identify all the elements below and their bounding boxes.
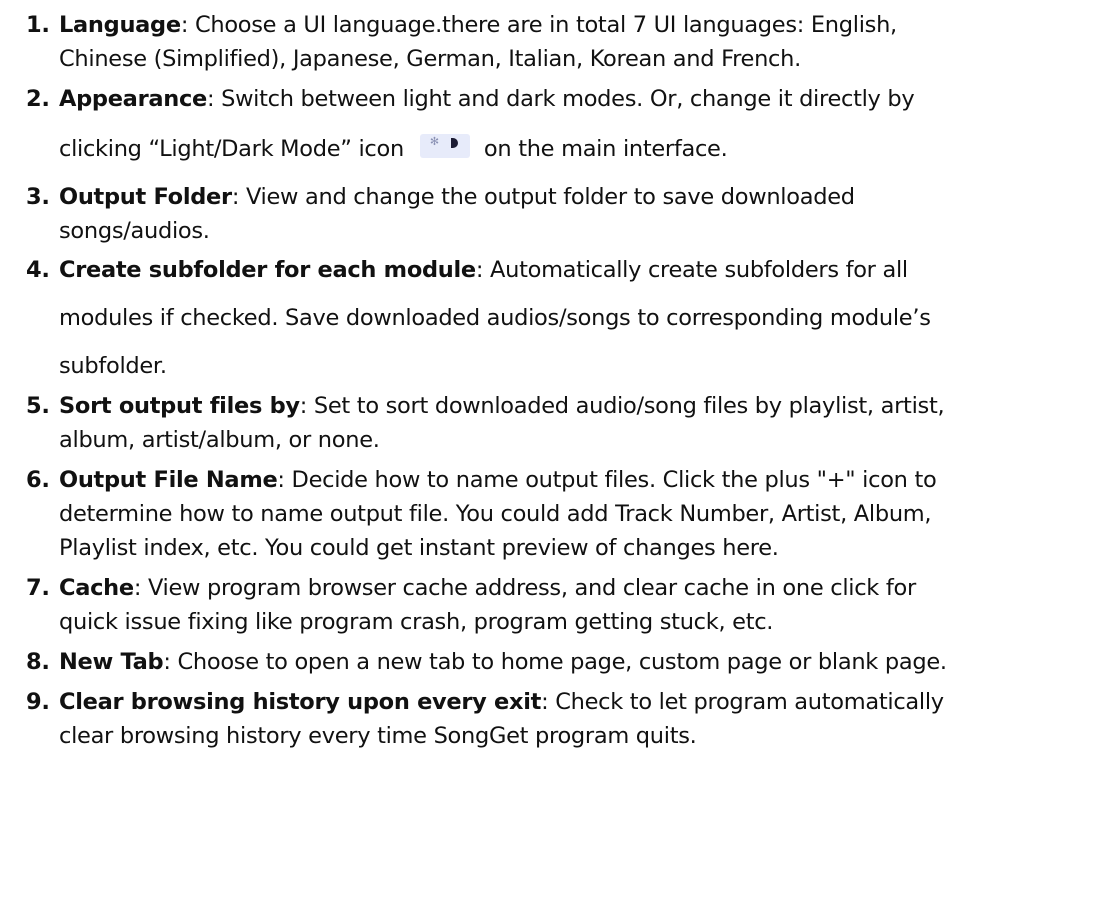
item-line: Create subfolder for each module: Automa… [59, 257, 908, 283]
item-number: 1. [26, 12, 50, 38]
item-number: 2. [26, 86, 50, 112]
item-text: : Choose to open a new tab to home page,… [163, 649, 947, 675]
item-term: Cache [59, 575, 134, 601]
item-text: : Switch between light and dark modes. O… [206, 86, 915, 112]
moon-icon [450, 138, 458, 148]
item-term: Create subfolder for each module [59, 257, 476, 283]
item-line: Chinese (Simplified), Japanese, German, … [59, 46, 801, 72]
item-line: Output Folder: View and change the outpu… [59, 184, 855, 210]
item-line: New Tab: Choose to open a new tab to hom… [59, 649, 947, 675]
item-line: Cache: View program browser cache addres… [59, 575, 916, 601]
item-number: 7. [26, 575, 50, 601]
item-line: album, artist/album, or none. [59, 427, 380, 453]
item-number: 6. [26, 467, 50, 493]
item-text: : View and change the output folder to s… [231, 184, 855, 210]
item-line: clear browsing history every time SongGe… [59, 723, 697, 749]
item-text: : Automatically create subfolders for al… [475, 257, 908, 283]
item-line: quick issue fixing like program crash, p… [59, 609, 774, 635]
item-term: Appearance [59, 86, 207, 112]
item-term: Clear browsing history upon every exit [59, 689, 542, 715]
item-term: Output File Name [59, 467, 278, 493]
item-line: clicking “Light/Dark Mode” icon ✻ on the m… [59, 134, 728, 162]
item-term: Output Folder [59, 184, 232, 210]
item-line: Language: Choose a UI language.there are… [59, 12, 897, 38]
item-text: : Choose a UI language.there are in tota… [180, 12, 897, 38]
settings-help-document: 1. Language: Choose a UI language.there … [0, 0, 1109, 918]
item-number: 5. [26, 393, 50, 419]
item-number: 8. [26, 649, 50, 675]
item-line: songs/audios. [59, 218, 210, 244]
item-number: 4. [26, 257, 50, 283]
item-text: : Check to let program automatically [541, 689, 944, 715]
item-line: Clear browsing history upon every exit: … [59, 689, 944, 715]
item-text: on the main interface. [483, 136, 728, 162]
light-dark-mode-icon: ✻ [419, 134, 470, 158]
item-text: clicking “Light/Dark Mode” icon [59, 136, 404, 162]
sun-icon: ✻ [429, 135, 439, 148]
item-line: Playlist index, etc. You could get insta… [59, 535, 779, 561]
item-term: New Tab [59, 649, 164, 675]
item-line: Appearance: Switch between light and dar… [59, 86, 915, 112]
item-text: : View program browser cache address, an… [133, 575, 916, 601]
item-text: : Set to sort downloaded audio/song file… [299, 393, 945, 419]
item-number: 3. [26, 184, 50, 210]
item-line: subfolder. [59, 353, 167, 379]
item-term: Sort output files by [59, 393, 300, 419]
item-line: modules if checked. Save downloaded audi… [59, 305, 931, 331]
item-term: Language [59, 12, 181, 38]
item-text: : Decide how to name output files. Click… [277, 467, 937, 493]
item-line: Sort output files by: Set to sort downlo… [59, 393, 945, 419]
item-line: determine how to name output file. You c… [59, 501, 932, 527]
item-line: Output File Name: Decide how to name out… [59, 467, 937, 493]
item-number: 9. [26, 689, 50, 715]
